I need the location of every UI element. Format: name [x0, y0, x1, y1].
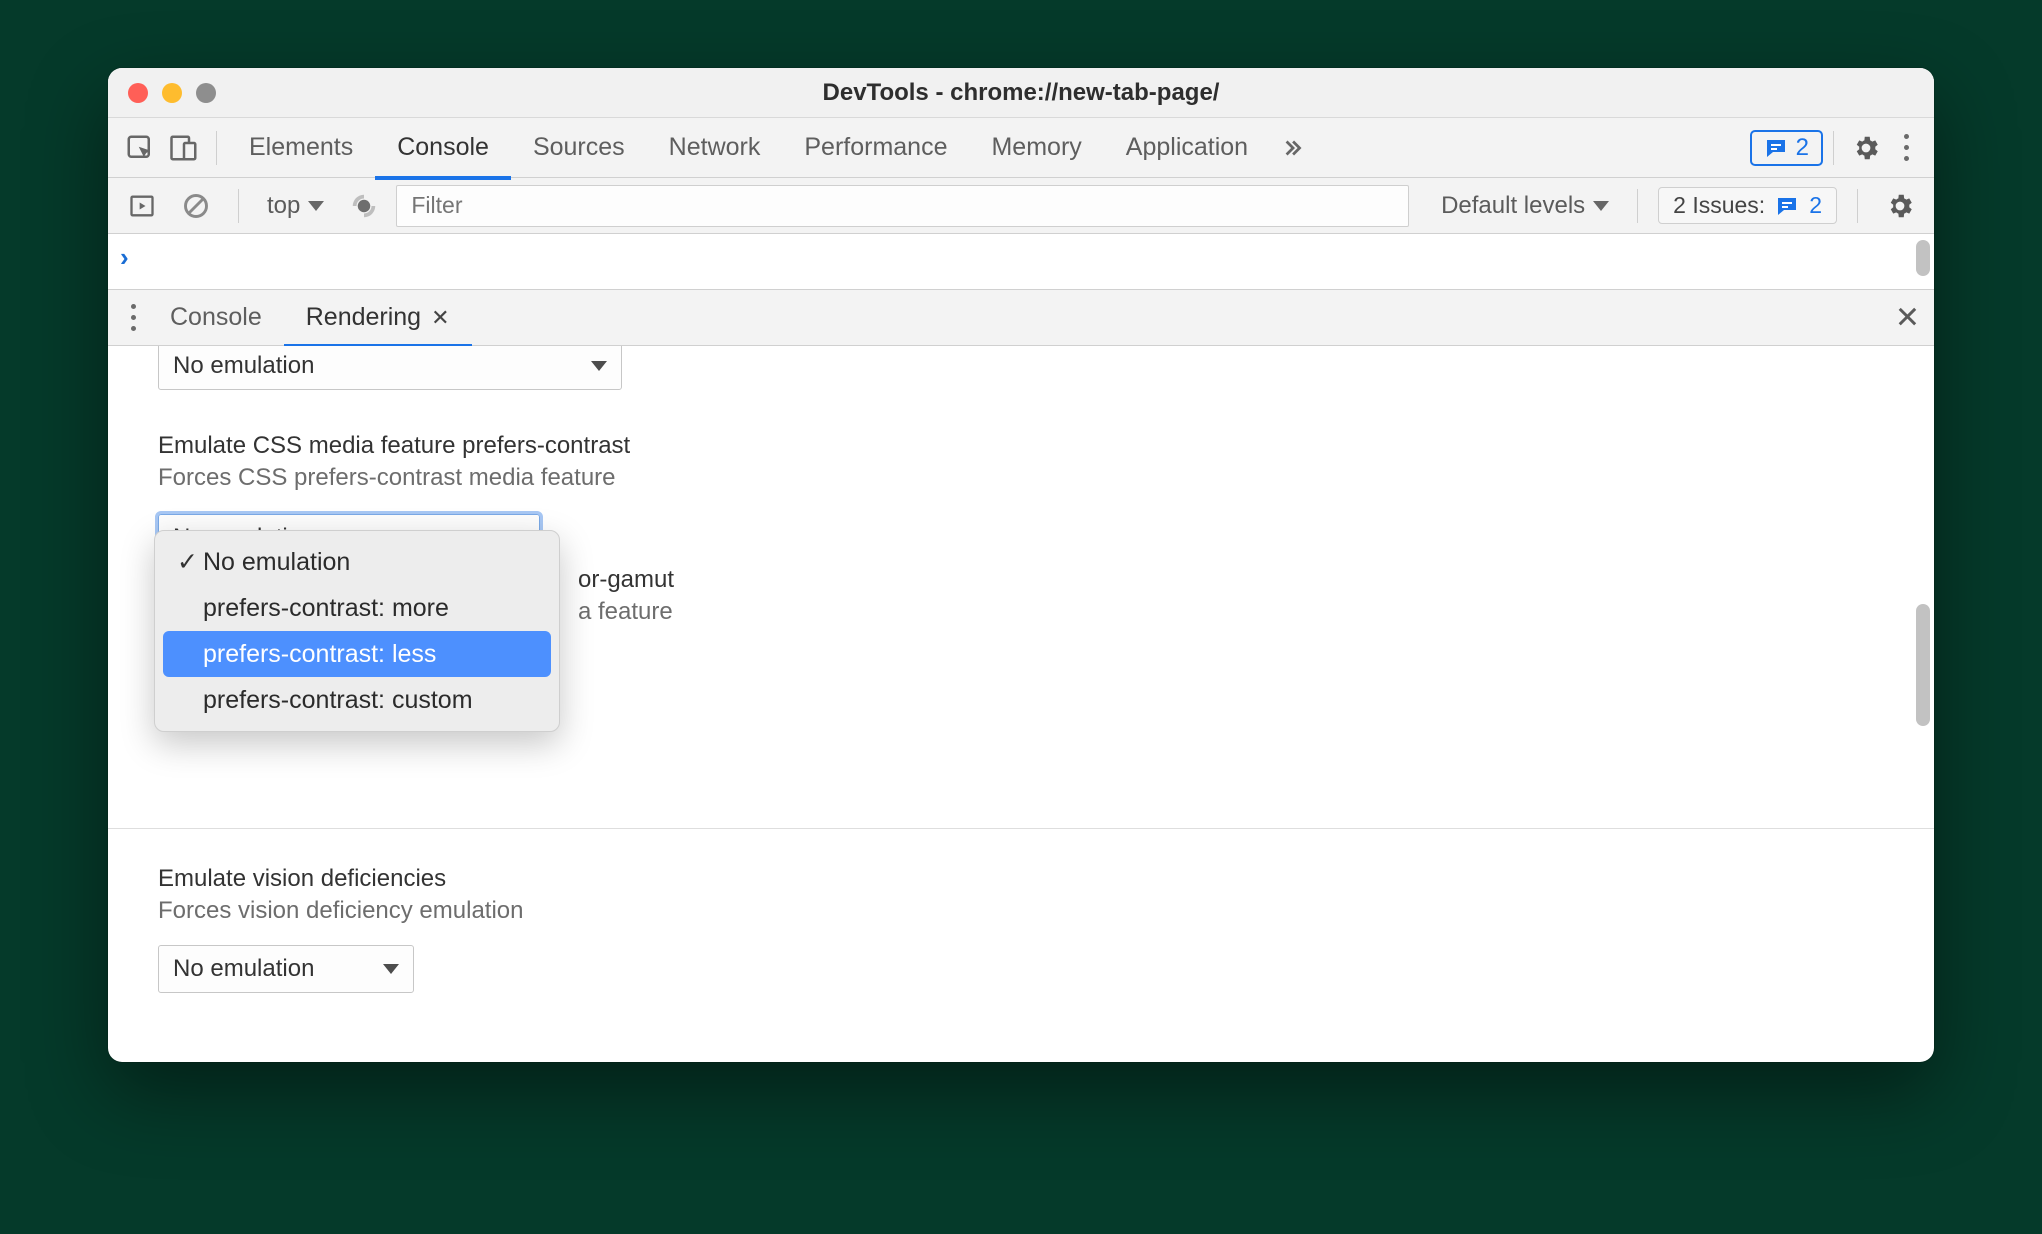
dropdown-option-custom[interactable]: prefers-contrast: custom — [163, 677, 551, 723]
chevron-down-icon — [383, 964, 399, 974]
titlebar: DevTools - chrome://new-tab-page/ — [108, 68, 1934, 118]
divider — [108, 828, 1934, 829]
message-icon — [1775, 194, 1799, 218]
close-tab-icon[interactable]: ✕ — [431, 305, 449, 331]
scrollbar-thumb[interactable] — [1916, 240, 1930, 276]
chevron-down-icon — [308, 201, 324, 211]
sidebar-toggle-icon[interactable] — [120, 184, 164, 228]
vision-deficiencies-select[interactable]: No emulation — [158, 945, 414, 993]
dropdown-option-less[interactable]: prefers-contrast: less — [163, 631, 551, 677]
prefers-contrast-desc: Forces CSS prefers-contrast media featur… — [158, 464, 1884, 492]
tab-performance[interactable]: Performance — [782, 120, 969, 180]
select-value: No emulation — [173, 955, 314, 983]
settings-icon[interactable] — [1844, 126, 1888, 170]
separator — [1857, 189, 1858, 223]
tab-memory[interactable]: Memory — [969, 120, 1103, 180]
color-gamut-desc-partial: a feature — [578, 598, 673, 626]
window-title: DevTools - chrome://new-tab-page/ — [108, 79, 1934, 107]
execution-context-label: top — [267, 192, 300, 220]
drawer-tab-console[interactable]: Console — [148, 292, 284, 348]
prefers-contrast-title: Emulate CSS media feature prefers-contra… — [158, 432, 1884, 460]
color-gamut-title-partial: or-gamut — [578, 566, 674, 594]
console-toolbar: top Default levels 2 Issues: 2 — [108, 178, 1934, 234]
kebab-menu-icon[interactable] — [1888, 134, 1924, 161]
tab-sources[interactable]: Sources — [511, 120, 647, 180]
rendering-pane: No emulation Emulate CSS media feature p… — [108, 346, 1934, 1062]
messages-count: 2 — [1796, 134, 1809, 162]
separator — [1637, 189, 1638, 223]
device-toolbar-icon[interactable] — [162, 126, 206, 170]
no-emulation-select-1[interactable]: No emulation — [158, 346, 622, 390]
log-levels-label: Default levels — [1441, 192, 1585, 220]
window-minimize-button[interactable] — [162, 83, 182, 103]
drawer-kebab-icon[interactable] — [118, 304, 148, 331]
traffic-lights — [128, 83, 216, 103]
main-tabs: Elements Console Sources Network Perform… — [108, 118, 1934, 178]
scrollbar-thumb[interactable] — [1916, 604, 1930, 726]
drawer-tab-rendering[interactable]: Rendering ✕ — [284, 292, 472, 348]
chevron-down-icon — [591, 361, 607, 371]
separator — [1833, 131, 1834, 165]
issues-label: 2 Issues: — [1673, 192, 1765, 219]
more-tabs-icon[interactable] — [1270, 126, 1314, 170]
select-value: No emulation — [173, 352, 314, 380]
vision-deficiencies-desc: Forces vision deficiency emulation — [158, 897, 1884, 925]
dropdown-option-no-emulation[interactable]: No emulation — [163, 539, 551, 585]
tab-network[interactable]: Network — [647, 120, 783, 180]
prefers-contrast-dropdown: No emulation prefers-contrast: more pref… — [154, 530, 560, 732]
drawer-tabs: Console Rendering ✕ ✕ — [108, 290, 1934, 346]
separator — [216, 131, 217, 165]
console-prompt-icon: › — [120, 242, 129, 273]
close-drawer-icon[interactable]: ✕ — [1895, 300, 1920, 335]
drawer-tab-rendering-label: Rendering — [306, 303, 421, 332]
console-settings-icon[interactable] — [1878, 184, 1922, 228]
execution-context-select[interactable]: top — [259, 192, 332, 220]
window-close-button[interactable] — [128, 83, 148, 103]
inspect-icon[interactable] — [118, 126, 162, 170]
live-expression-icon[interactable] — [342, 184, 386, 228]
tab-console[interactable]: Console — [375, 120, 511, 180]
issues-badge[interactable]: 2 Issues: 2 — [1658, 187, 1837, 224]
tab-application[interactable]: Application — [1104, 120, 1270, 180]
vision-deficiencies-title: Emulate vision deficiencies — [158, 865, 1884, 893]
dropdown-option-more[interactable]: prefers-contrast: more — [163, 585, 551, 631]
clear-console-icon[interactable] — [174, 184, 218, 228]
window-zoom-button[interactable] — [196, 83, 216, 103]
issues-count: 2 — [1809, 192, 1822, 219]
filter-input[interactable] — [396, 185, 1409, 227]
messages-badge[interactable]: 2 — [1750, 130, 1823, 166]
chevron-down-icon — [1593, 201, 1609, 211]
tab-elements[interactable]: Elements — [227, 120, 375, 180]
devtools-window: DevTools - chrome://new-tab-page/ Elemen… — [108, 68, 1934, 1062]
separator — [238, 189, 239, 223]
console-body[interactable]: › — [108, 234, 1934, 290]
log-levels-select[interactable]: Default levels — [1433, 192, 1617, 220]
